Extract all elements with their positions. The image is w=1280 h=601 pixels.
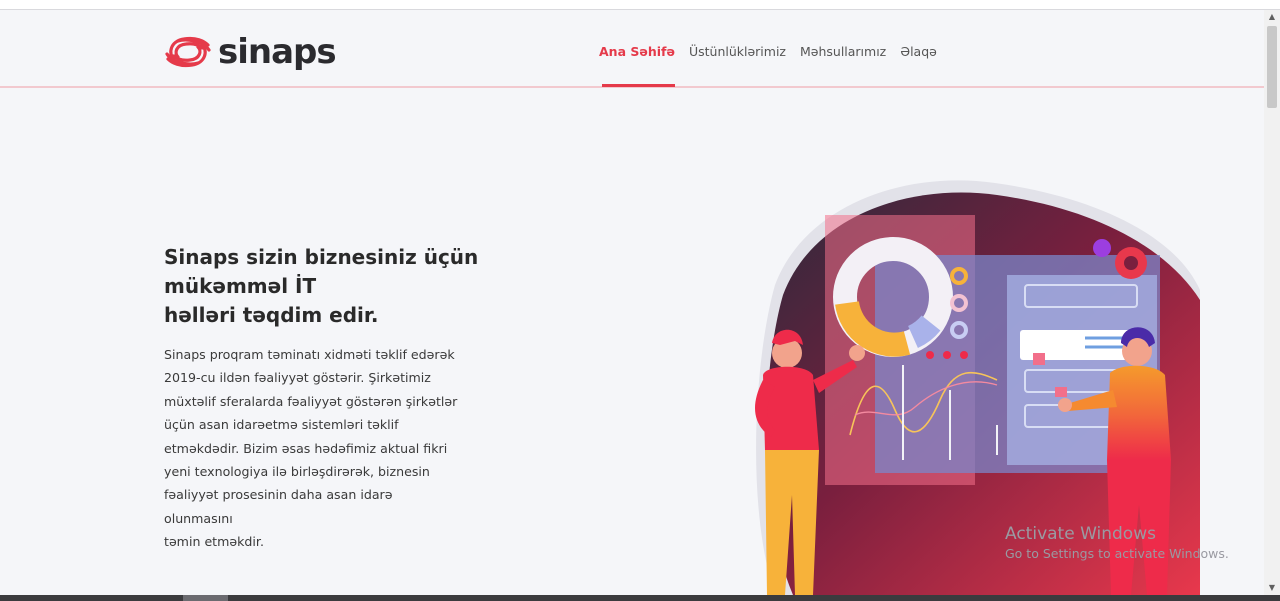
hero-title: Sinaps sizin biznesiniz üçün mükəmməl İT… xyxy=(164,243,604,330)
nav-item-advantages[interactable]: Üstünlüklərimiz xyxy=(682,10,793,86)
hero-paragraph-line: etməkdədir. Bizim əsas hədəfimiz aktual … xyxy=(164,440,448,456)
scrollbar-thumb[interactable] xyxy=(1267,26,1277,108)
hero-paragraph: Sinaps proqram təminatı xidməti təklif e… xyxy=(164,343,464,554)
hero-title-line: Sinaps sizin biznesiniz üçün mükəmməl İT xyxy=(164,245,479,298)
nav-item-home[interactable]: Ana Səhifə xyxy=(592,10,682,87)
nav-item-contact[interactable]: Əlaqə xyxy=(893,10,944,86)
hero-paragraph-line: yeni texnologiya ilə birləşdirərək, bizn… xyxy=(164,464,430,480)
brand-name: sinaps xyxy=(218,32,337,72)
scroll-down-icon[interactable]: ▼ xyxy=(1264,581,1280,595)
hero-title-line: həlləri təqdim edir. xyxy=(164,303,379,327)
hero-paragraph-line: təmin etməkdir. xyxy=(164,534,264,550)
hero-paragraph-line: üçün asan idarəetmə sistemləri təklif xyxy=(164,417,399,433)
vertical-scrollbar[interactable]: ▲ ▼ xyxy=(1264,10,1280,595)
hero-paragraph-line: fəaliyyət prosesinin daha asan idarə olu… xyxy=(164,487,393,526)
scroll-up-icon[interactable]: ▲ xyxy=(1264,10,1280,24)
site-logo[interactable]: sinaps xyxy=(164,32,337,72)
main-nav: Ana Səhifə Üstünlüklərimiz Məhsullarımız… xyxy=(592,10,944,87)
hero-paragraph-line: 2019-cu ildən fəaliyyət göstərir. Şirkət… xyxy=(164,370,431,386)
sinaps-logo-icon xyxy=(165,36,211,68)
hero-paragraph-line: Sinaps proqram təminatı xidməti təklif e… xyxy=(164,347,455,362)
taskbar-segment xyxy=(183,595,228,601)
taskbar-strip xyxy=(0,595,1280,601)
browser-top-strip xyxy=(0,0,1280,10)
dashboard-illustration xyxy=(755,180,1200,595)
hero-paragraph-line: müxtəlif sferalarda fəaliyyət göstərən ş… xyxy=(164,393,458,409)
nav-item-products[interactable]: Məhsullarımız xyxy=(793,10,893,86)
site-header: sinaps Ana Səhifə Üstünlüklərimiz Məhsul… xyxy=(0,10,1264,88)
